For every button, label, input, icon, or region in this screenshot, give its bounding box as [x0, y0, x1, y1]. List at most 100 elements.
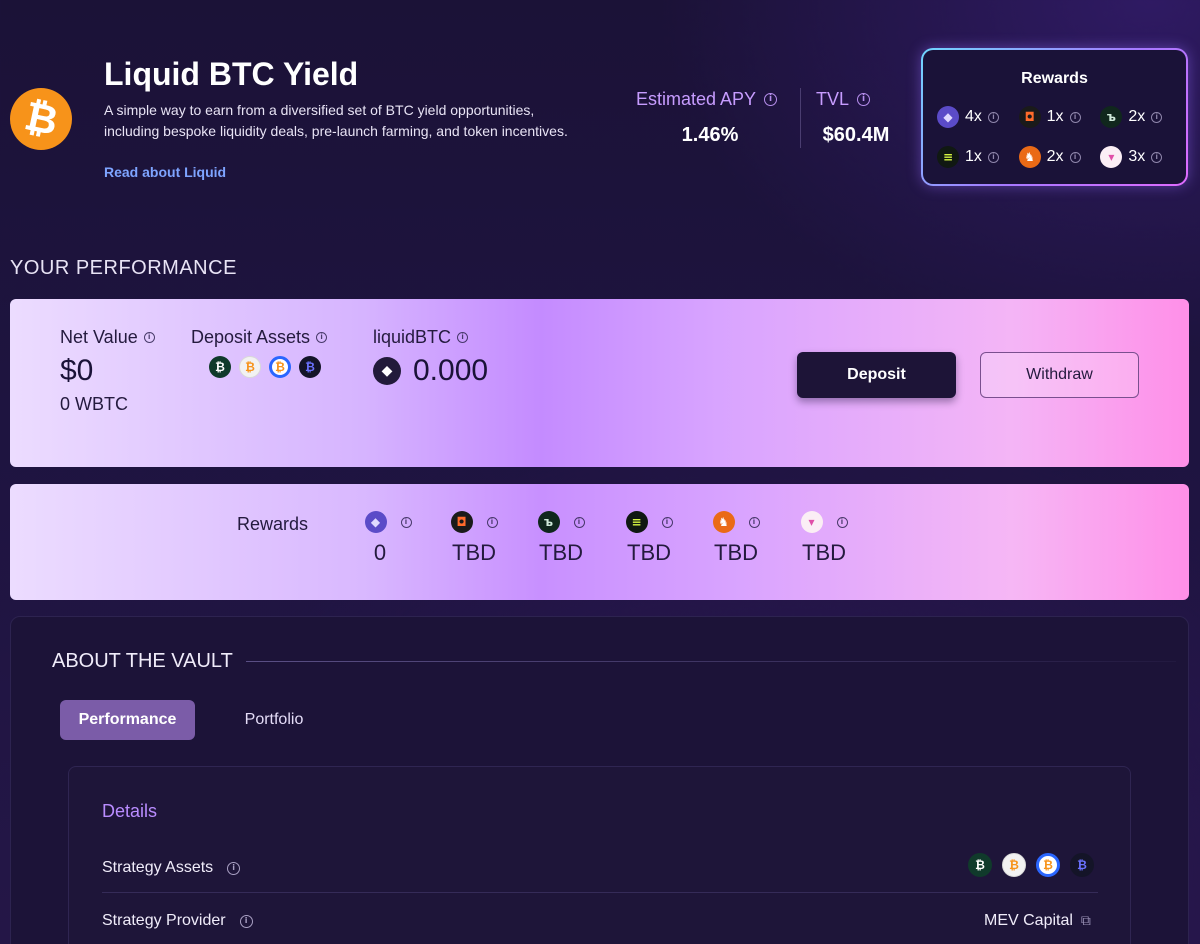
- info-icon[interactable]: i: [143, 332, 155, 343]
- lombard-icon: ▾: [800, 511, 823, 533]
- strategy-provider-value: MEV Capital: [984, 912, 1073, 929]
- rewards-card: [10, 484, 1189, 600]
- read-about-liquid-link[interactable]: Read about Liquid: [104, 164, 226, 180]
- reward-item: ъ 2x i: [1100, 106, 1182, 128]
- info-icon[interactable]: i: [239, 914, 253, 928]
- tab-portfolio[interactable]: Portfolio: [224, 700, 324, 740]
- reward-column: ≡ i TBD: [619, 510, 679, 566]
- info-icon[interactable]: i: [316, 332, 328, 343]
- wbtc-green-icon: ₿: [968, 853, 992, 877]
- btc-white-icon: ₿: [239, 356, 261, 378]
- ether-fi-icon: ◆: [937, 106, 959, 128]
- veda-icon: ♞: [712, 511, 735, 533]
- info-icon[interactable]: i: [227, 861, 241, 875]
- net-value: $0: [60, 354, 94, 387]
- bitcoin-logo-icon: ₿: [10, 88, 72, 150]
- reward-multiplier: 3x: [1128, 148, 1146, 165]
- reward-item: ♞ 2x i: [1018, 146, 1101, 168]
- rewards-row-label: Rewards: [237, 514, 309, 534]
- apy-label: Estimated APY: [636, 89, 757, 109]
- reward-multiplier: 1x: [1046, 108, 1064, 125]
- wbtc-green-icon: ₿: [209, 356, 231, 378]
- deposit-assets-label: Deposit Assets: [191, 327, 311, 347]
- net-value-label: Net Value: [60, 327, 138, 347]
- reward-value: TBD: [802, 540, 846, 565]
- reward-column: ▾ i TBD: [794, 510, 854, 566]
- rewards-title: Rewards: [1021, 70, 1088, 87]
- lbtc-dark-icon: ₿: [1070, 853, 1094, 877]
- page-title: Liquid BTC Yield: [104, 56, 359, 92]
- net-value-block: Net Value i $0 0 WBTC: [60, 327, 155, 415]
- reward-item: ◘ 1x i: [1018, 106, 1101, 128]
- info-icon[interactable]: i: [1069, 111, 1081, 123]
- info-icon[interactable]: i: [661, 516, 673, 528]
- strategy-provider-row: Strategy Provider i: [102, 912, 253, 930]
- info-icon[interactable]: i: [836, 516, 848, 528]
- apy-metric: Estimated APY i 1.46%: [636, 89, 784, 147]
- strategy-assets-icons: ₿ ₿ ₿ ₿: [968, 853, 1094, 877]
- cbbtc-icon: ₿: [1036, 853, 1060, 877]
- vault-description: A simple way to earn from a diversified …: [104, 102, 568, 139]
- info-icon[interactable]: i: [987, 111, 999, 123]
- ethena-icon: ≡: [625, 511, 648, 533]
- lbtc-dark-icon: ₿: [299, 356, 321, 378]
- liquidbtc-value: 0.000: [413, 354, 489, 387]
- reward-multiplier: 2x: [1128, 108, 1146, 125]
- info-icon[interactable]: i: [987, 151, 999, 163]
- reward-value: TBD: [627, 540, 671, 565]
- info-icon[interactable]: i: [1151, 151, 1163, 163]
- reward-value: TBD: [714, 540, 758, 565]
- deposit-button[interactable]: Deposit: [797, 352, 956, 398]
- reward-column: ◘ i TBD: [444, 510, 504, 566]
- lombard-icon: ▾: [1100, 146, 1123, 168]
- withdraw-button[interactable]: Withdraw: [980, 352, 1139, 398]
- reward-item: ◆ 4x i: [937, 106, 1019, 128]
- info-icon[interactable]: i: [400, 516, 412, 528]
- info-icon[interactable]: i: [1069, 151, 1081, 163]
- info-icon[interactable]: i: [764, 93, 778, 106]
- tab-performance[interactable]: Performance: [60, 700, 195, 740]
- deposit-assets-block: Deposit Assets i ₿ ₿ ₿ ₿: [191, 327, 328, 378]
- your-performance-heading: YOUR PERFORMANCE: [10, 257, 237, 279]
- liquidbtc-block: liquidBTC i ◆ 0.000: [373, 327, 488, 388]
- liquidbtc-label: liquidBTC: [373, 327, 452, 347]
- info-icon[interactable]: i: [457, 332, 469, 343]
- ether-fi-icon: ◆: [364, 511, 387, 533]
- symbiotic-icon: ъ: [1100, 106, 1123, 128]
- strategy-provider-link[interactable]: MEV Capital ⧉: [984, 912, 1091, 930]
- tvl-label: TVL: [816, 89, 850, 109]
- strategy-assets-label: Strategy Assets: [102, 859, 214, 876]
- btc-white-icon: ₿: [1002, 853, 1026, 877]
- info-icon[interactable]: i: [1151, 111, 1163, 123]
- reward-multiplier: 2x: [1046, 148, 1064, 165]
- details-heading: Details: [102, 801, 158, 821]
- karak-icon: ◘: [1018, 106, 1041, 128]
- reward-multiplier: 4x: [965, 108, 982, 125]
- reward-multiplier: 1x: [965, 148, 982, 165]
- reward-item: ▾ 3x i: [1100, 146, 1182, 168]
- liquidbtc-token-icon: ◆: [373, 357, 401, 385]
- ethena-icon: ≡: [937, 146, 959, 168]
- tvl-metric: TVL i $60.4M: [816, 89, 896, 147]
- reward-item: ≡ 1x i: [937, 146, 1019, 168]
- about-vault-heading: ABOUT THE VAULT: [52, 650, 233, 672]
- info-icon[interactable]: i: [857, 93, 871, 106]
- strategy-provider-label: Strategy Provider: [102, 912, 226, 929]
- reward-column: ◆ i 0: [358, 510, 418, 566]
- rewards-summary-box: Rewards ◆ 4x i ◘ 1x i ъ 2x i ≡ 1x i ♞ 2x i ▾ 3x i: [921, 48, 1188, 186]
- reward-value: 0: [373, 540, 387, 565]
- symbiotic-icon: ъ: [537, 511, 560, 533]
- info-icon[interactable]: i: [748, 516, 760, 528]
- karak-icon: ◘: [450, 511, 473, 533]
- reward-column: ъ i TBD: [531, 510, 591, 566]
- reward-column: ♞ i TBD: [706, 510, 766, 566]
- strategy-assets-row: Strategy Assets i: [102, 859, 241, 877]
- heading-divider: [246, 661, 1176, 662]
- row-divider: [102, 892, 1098, 893]
- external-link-icon: ⧉: [1080, 913, 1091, 929]
- info-icon[interactable]: i: [573, 516, 585, 528]
- net-value-sub: 0 WBTC: [60, 394, 129, 414]
- reward-value: TBD: [452, 540, 496, 565]
- tvl-value: $60.4M: [822, 124, 890, 146]
- info-icon[interactable]: i: [486, 516, 498, 528]
